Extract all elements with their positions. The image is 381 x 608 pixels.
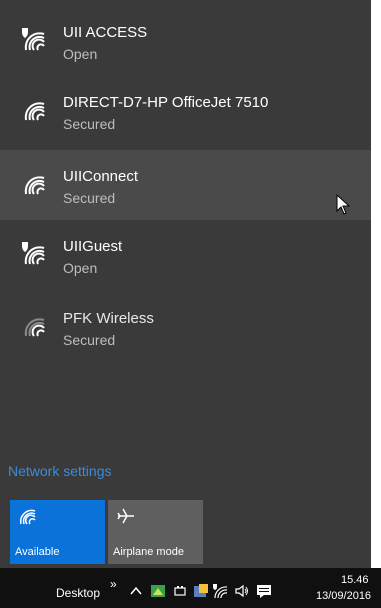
network-status: Secured bbox=[63, 116, 116, 132]
network-ssid: UIIGuest bbox=[63, 238, 123, 255]
wifi-icon bbox=[19, 509, 36, 525]
network-status: Secured bbox=[63, 332, 116, 348]
tile-label: Airplane mode bbox=[113, 546, 184, 558]
network-ssid: UIIConnect bbox=[63, 168, 139, 185]
wifi-icon bbox=[24, 176, 45, 195]
app-tray-icon[interactable] bbox=[150, 583, 166, 599]
wifi-weak-icon bbox=[24, 318, 45, 337]
network-item-pfk-wireless[interactable]: PFK Wireless Secured bbox=[0, 292, 371, 362]
network-item-direct-hp[interactable]: DIRECT-D7-HP OfficeJet 7510 Secured bbox=[0, 76, 371, 146]
network-status: Open bbox=[63, 46, 98, 62]
network-ssid: DIRECT-D7-HP OfficeJet 7510 bbox=[63, 94, 269, 111]
network-flyout: UII ACCESS Open DIRECT-D7-HP OfficeJet 7… bbox=[0, 0, 371, 568]
network-ssid: UII ACCESS bbox=[63, 24, 148, 41]
network-item-uiiguest[interactable]: UIIGuest Open bbox=[0, 220, 371, 290]
wifi-icon bbox=[24, 102, 45, 121]
taskbar: Desktop » 15.46 13/09/2016 bbox=[0, 568, 381, 608]
wifi-open-shield-icon[interactable] bbox=[212, 583, 228, 599]
volume-icon[interactable] bbox=[234, 583, 250, 599]
battery-icon[interactable] bbox=[172, 583, 188, 599]
network-item-uii-access[interactable]: UII ACCESS Open bbox=[0, 6, 371, 76]
mouse-cursor-icon bbox=[336, 194, 351, 215]
network-item-uiiconnect[interactable]: UIIConnect Secured bbox=[0, 150, 371, 220]
desktop-toolbar-label[interactable]: Desktop bbox=[56, 586, 100, 600]
action-center-icon[interactable] bbox=[256, 583, 272, 599]
show-hidden-icons-icon[interactable] bbox=[128, 583, 144, 599]
network-ssid: PFK Wireless bbox=[63, 310, 154, 327]
airplane-icon bbox=[117, 508, 134, 524]
wifi-open-shield-icon bbox=[22, 242, 45, 265]
airplane-mode-tile[interactable]: Airplane mode bbox=[108, 500, 203, 564]
tile-label: Available bbox=[15, 546, 60, 558]
network-status: Open bbox=[63, 260, 98, 276]
toolbar-chevron[interactable]: » bbox=[110, 577, 117, 591]
desktop-edge bbox=[371, 0, 381, 568]
action-app-icon[interactable] bbox=[193, 583, 209, 599]
wifi-open-shield-icon bbox=[22, 28, 45, 51]
clock-time[interactable]: 15.46 bbox=[341, 574, 369, 586]
network-status: Secured bbox=[63, 190, 116, 206]
wifi-toggle-tile[interactable]: Available bbox=[10, 500, 105, 564]
network-settings-link[interactable]: Network settings bbox=[8, 463, 111, 479]
clock-date[interactable]: 13/09/2016 bbox=[316, 590, 371, 602]
